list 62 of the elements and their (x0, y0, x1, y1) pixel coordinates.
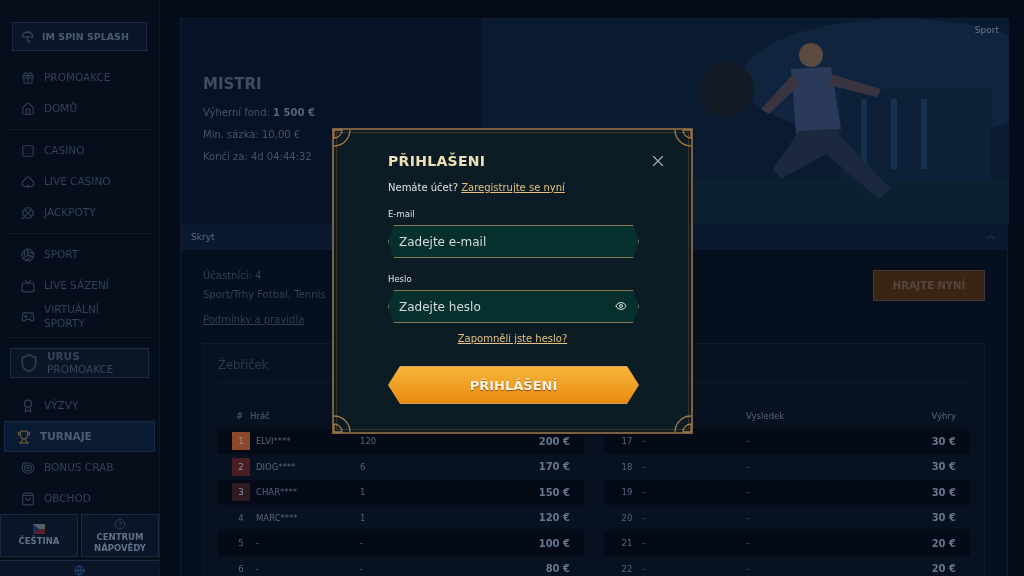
table-cell-text: 4 (237, 512, 245, 523)
table-cell-text: 120 (360, 436, 378, 447)
table-cell-text: ELVI**** (256, 436, 292, 447)
table-cell-text: 30 € (930, 461, 956, 473)
tournament-detail: Min. sázka: 10,00 € (203, 129, 301, 140)
category-label: Sport (974, 25, 999, 35)
table-cell-text: 20 (620, 512, 634, 523)
rank-badge: 3 (232, 483, 250, 502)
table-cell-text: - (256, 538, 261, 549)
table-cell-text: 100 € (537, 537, 570, 549)
tournament-detail: Končí za: 4d 04:44:32 (203, 151, 312, 162)
column-header: # (236, 410, 245, 421)
tournament-detail: Výherní fond: 1 500 € (203, 107, 315, 118)
table-cell-text: - (642, 487, 647, 498)
collapse-label: Skryt (191, 232, 215, 242)
table-cell-text: 17 (620, 436, 634, 447)
table-cell-text: MARC**** (256, 512, 299, 523)
table-cell-text: - (642, 563, 647, 574)
table-cell-text: 1 (360, 487, 367, 498)
table-cell-text: CHAR**** (256, 487, 299, 498)
table-cell-text: 5 (237, 538, 245, 549)
field-label: Heslo (388, 274, 413, 284)
table-cell-text: 30 € (930, 486, 956, 498)
table-cell-text: - (746, 436, 751, 447)
field-label: E-mail (388, 209, 416, 219)
table-cell-text: - (642, 436, 647, 447)
table-cell-text: 120 € (537, 512, 570, 524)
table-cell-text: - (746, 538, 751, 549)
table-cell-text: - (746, 512, 751, 523)
table-cell-text: - (360, 538, 365, 549)
table-cell-text: - (746, 487, 751, 498)
table-cell-text: - (256, 563, 261, 574)
table-cell-text: 30 € (930, 435, 956, 447)
table-cell-text: 170 € (537, 461, 570, 473)
table-cell-text: 150 € (537, 486, 570, 498)
table-cell-text: 21 (620, 538, 634, 549)
table-cell-text: 200 € (537, 435, 570, 447)
table-cell-text: 1 (360, 512, 367, 523)
table-cell-text: 22 (620, 563, 634, 574)
table-cell-text: 30 € (930, 512, 956, 524)
table-cell-text: 20 € (930, 537, 956, 549)
column-header: Výhry (930, 410, 956, 421)
column-header: Hráč (250, 410, 271, 421)
table-cell-text: 19 (620, 487, 634, 498)
table-cell-text: 6 (237, 563, 245, 574)
table-cell-text: - (642, 512, 647, 523)
table-cell-text: - (746, 563, 751, 574)
table-cell-text: DIOG**** (256, 461, 297, 472)
table-cell-text: - (642, 538, 647, 549)
table-cell-text: 18 (620, 461, 634, 472)
register-prompt: Nemáte účet? Zaregistrujte se nyní (388, 182, 566, 193)
table-cell-text: 80 € (544, 563, 570, 575)
rank-badge: 2 (232, 457, 250, 476)
dialog-title: PŘIHLAŠENI (388, 153, 486, 169)
column-header: Vysledek (746, 410, 786, 421)
table-cell-text: 6 (360, 461, 367, 472)
table-cell-text: - (746, 461, 751, 472)
rank-badge: 1 (232, 432, 250, 451)
tournament-title: MISTRI (203, 75, 263, 93)
table-cell-text: 20 € (930, 563, 956, 575)
table-cell-text: - (360, 563, 365, 574)
table-cell-text: - (642, 461, 647, 472)
